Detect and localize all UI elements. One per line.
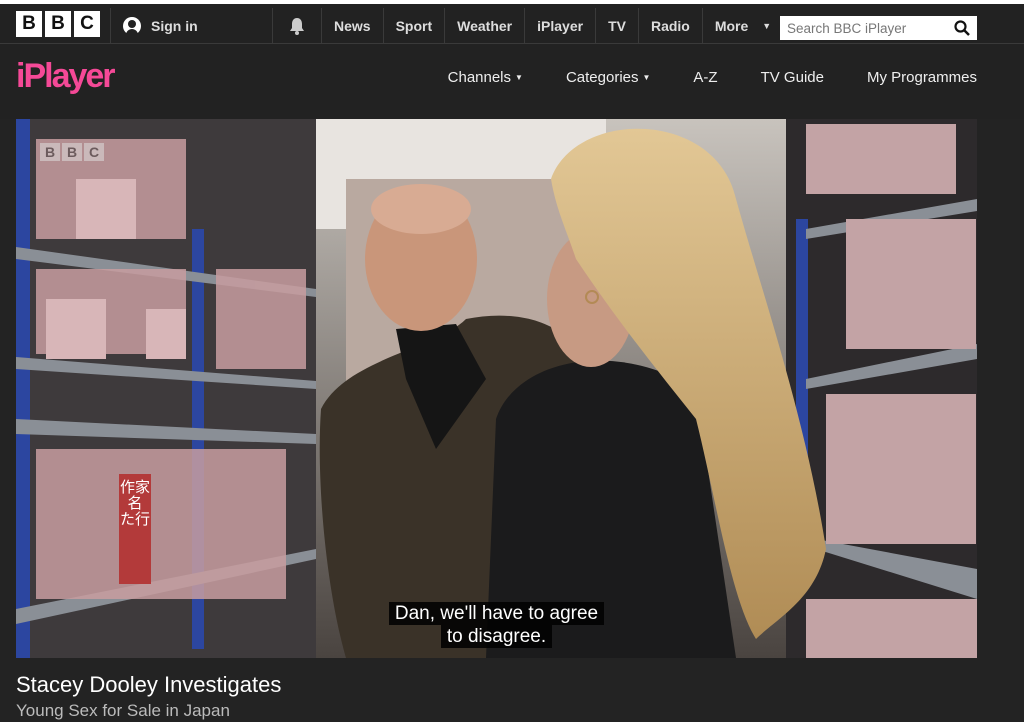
nav-label: Sport	[395, 18, 433, 34]
sign-in-label: Sign in	[151, 18, 198, 34]
nav-label: My Programmes	[866, 69, 977, 86]
nav-tv-guide[interactable]: TV Guide	[761, 69, 824, 86]
nav-label: Radio	[650, 18, 690, 34]
watermark-letter: B	[62, 143, 82, 161]
nav-tv[interactable]: TV	[596, 8, 639, 44]
user-icon	[123, 17, 141, 35]
nav-label: TV Guide	[760, 69, 824, 86]
nav-label: Weather	[457, 18, 513, 34]
nav-label: News	[334, 18, 371, 34]
nav-my-programmes[interactable]: My Programmes	[867, 69, 977, 86]
episode-title: Young Sex for Sale in Japan	[16, 701, 230, 720]
chevron-down-icon: ▼	[642, 73, 651, 82]
subtitle-line: to disagree.	[440, 625, 553, 648]
nav-news[interactable]: News	[322, 8, 384, 44]
notifications-button[interactable]	[272, 8, 322, 44]
bbc-global-header: B B C Sign in News Sport Weather iPlayer…	[0, 0, 1024, 44]
sign-in-link[interactable]: Sign in	[110, 8, 273, 44]
nav-iplayer[interactable]: iPlayer	[525, 8, 597, 44]
nav-a-z[interactable]: A-Z	[693, 69, 717, 86]
nav-label: A-Z	[693, 69, 718, 86]
programme-title: Stacey Dooley Investigates	[16, 672, 282, 697]
search-box	[780, 16, 977, 40]
subtitle-block: Dan, we'll have to agree to disagree.	[16, 602, 977, 648]
bbc-nav: News Sport Weather iPlayer TV Radio More…	[322, 8, 783, 44]
bbc-logo-letter: C	[74, 11, 100, 37]
nav-label: More	[714, 18, 749, 34]
nav-label: iPlayer	[537, 18, 584, 34]
chevron-down-icon: ▼	[762, 21, 772, 31]
search-icon[interactable]	[954, 20, 970, 36]
nav-categories[interactable]: Categories ▼	[566, 69, 650, 86]
nav-radio[interactable]: Radio	[639, 8, 703, 44]
bbc-watermark: B B C	[40, 143, 104, 161]
iplayer-header: iPlayer Channels ▼ Categories ▼ A-Z TV G…	[0, 44, 1024, 119]
chevron-down-icon: ▼	[515, 73, 523, 82]
nav-label: Categories	[565, 69, 639, 86]
nav-label: TV	[608, 18, 626, 34]
search-input[interactable]	[787, 20, 947, 36]
video-player[interactable]: B B C 作家名 た行 Dan, we'll have to agree to…	[16, 119, 977, 658]
iplayer-logo[interactable]: iPlayer	[16, 57, 116, 96]
watermark-letter: B	[40, 143, 60, 161]
shelf-sign-text: 作家名 た行	[119, 478, 150, 528]
iplayer-nav: Channels ▼ Categories ▼ A-Z TV Guide My …	[405, 69, 977, 86]
bbc-logo-letter: B	[45, 11, 71, 37]
nav-more[interactable]: More ▼	[703, 8, 783, 44]
watermark-letter: C	[84, 143, 104, 161]
subtitle-line: Dan, we'll have to agree	[388, 602, 605, 625]
video-frame	[16, 119, 977, 658]
bbc-logo[interactable]: B B C	[16, 11, 100, 37]
nav-weather[interactable]: Weather	[445, 8, 526, 44]
nav-sport[interactable]: Sport	[384, 8, 446, 44]
nav-label: Channels	[447, 69, 512, 86]
nav-channels[interactable]: Channels ▼	[448, 69, 523, 86]
bell-icon	[290, 18, 304, 35]
bbc-logo-letter: B	[16, 11, 42, 37]
